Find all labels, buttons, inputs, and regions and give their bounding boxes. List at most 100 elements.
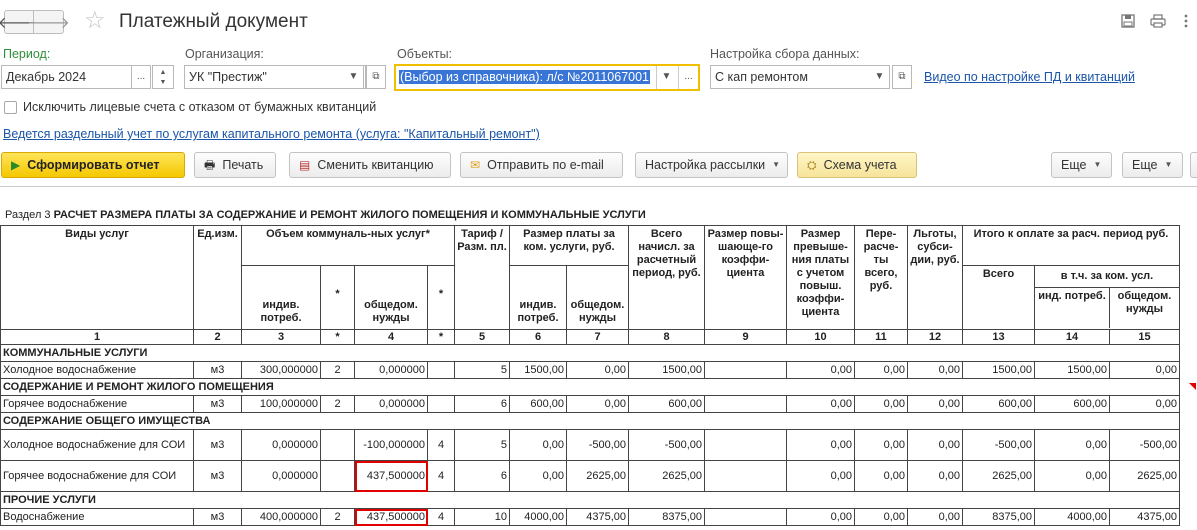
cell-coef[interactable]: [704, 508, 787, 526]
cell-due-common[interactable]: 4375,00: [1109, 508, 1180, 526]
send-email-button[interactable]: ✉ Отправить по e-mail: [460, 152, 623, 178]
cell-recalc[interactable]: 0,00: [854, 429, 908, 461]
data-setup-open-button[interactable]: ⧉: [892, 65, 912, 89]
cell-due-all[interactable]: 8375,00: [962, 508, 1035, 526]
cell-unit[interactable]: м3: [193, 395, 242, 413]
exclude-accounts-checkbox[interactable]: [4, 101, 17, 114]
chevron-up-icon[interactable]: ▲: [160, 69, 167, 76]
cell-vol-common[interactable]: 437,500000: [354, 460, 428, 492]
cell-unit[interactable]: м3: [193, 429, 242, 461]
cell-due-ind[interactable]: 0,00: [1034, 460, 1110, 492]
cell-vol-ind[interactable]: 400,000000: [241, 508, 321, 526]
print-icon[interactable]: [1150, 14, 1166, 30]
accounting-scheme-button[interactable]: ⛭ Схема учета: [797, 152, 917, 178]
cell-service[interactable]: Горячее водоснабжение для СОИ: [0, 460, 194, 492]
cell-due-common[interactable]: 2625,00: [1109, 460, 1180, 492]
objects-dropdown-button[interactable]: ▼: [656, 66, 676, 89]
cell-vol-common[interactable]: 0,000000: [354, 361, 428, 379]
table-row[interactable]: Горячее водоснабжение м3 100,000000 2 0,0000…: [0, 395, 1180, 413]
cell-star1[interactable]: [320, 460, 355, 492]
period-stepper[interactable]: ▲ ▼: [152, 65, 174, 89]
cell-excess[interactable]: 0,00: [786, 429, 855, 461]
cell-due-all[interactable]: -500,00: [962, 429, 1035, 461]
cell-vol-ind[interactable]: 0,000000: [241, 460, 321, 492]
cell-total[interactable]: 2625,00: [628, 460, 705, 492]
forward-button[interactable]: 🡒: [27, 10, 70, 34]
toolbar-overflow-button[interactable]: [1190, 152, 1197, 178]
cell-star1[interactable]: [320, 429, 355, 461]
cell-star2[interactable]: [427, 361, 455, 379]
cell-recalc[interactable]: 0,00: [854, 395, 908, 413]
organization-field[interactable]: УК "Престиж": [184, 65, 366, 89]
video-setup-link[interactable]: Видео по настройке ПД и квитанций: [924, 70, 1135, 84]
cell-unit[interactable]: м3: [193, 508, 242, 526]
cell-recalc[interactable]: 0,00: [854, 460, 908, 492]
print-button[interactable]: 🖶 Печать: [194, 152, 276, 178]
cell-tariff[interactable]: 6: [454, 460, 510, 492]
organization-open-button[interactable]: ⧉: [366, 65, 386, 89]
cell-pay-common[interactable]: -500,00: [566, 429, 629, 461]
data-setup-field[interactable]: С кап ремонтом: [710, 65, 890, 89]
cell-total[interactable]: 1500,00: [628, 361, 705, 379]
cell-excess[interactable]: 0,00: [786, 508, 855, 526]
cell-star1[interactable]: 2: [320, 395, 355, 413]
objects-select-button[interactable]: ...: [678, 66, 698, 89]
change-receipt-button[interactable]: ▤ Сменить квитанцию: [289, 152, 451, 178]
cell-star2[interactable]: [427, 395, 455, 413]
cell-excess[interactable]: 0,00: [786, 395, 855, 413]
cell-recalc[interactable]: 0,00: [854, 361, 908, 379]
cell-unit[interactable]: м3: [193, 361, 242, 379]
cell-due-all[interactable]: 600,00: [962, 395, 1035, 413]
cell-pay-ind[interactable]: 0,00: [509, 460, 567, 492]
table-row[interactable]: Холодное водоснабжение м3 300,000000 2 0,000…: [0, 361, 1180, 379]
capital-repair-link[interactable]: Ведется раздельный учет по услугам капит…: [3, 127, 540, 141]
cell-due-ind[interactable]: 600,00: [1034, 395, 1110, 413]
report-area[interactable]: Раздел 3 РАСЧЕТ РАЗМЕРА ПЛАТЫ ЗА СОДЕРЖА…: [0, 186, 1197, 530]
cell-vol-common[interactable]: 437,500000: [354, 508, 428, 526]
cell-coef[interactable]: [704, 429, 787, 461]
data-setup-dropdown-button[interactable]: ▼: [870, 65, 890, 89]
cell-pay-common[interactable]: 2625,00: [566, 460, 629, 492]
cell-vol-ind[interactable]: 100,000000: [241, 395, 321, 413]
cell-due-all[interactable]: 1500,00: [962, 361, 1035, 379]
cell-tariff[interactable]: 5: [454, 361, 510, 379]
cell-vol-ind[interactable]: 300,000000: [241, 361, 321, 379]
cell-star2[interactable]: 4: [427, 508, 455, 526]
cell-benefits[interactable]: 0,00: [907, 429, 963, 461]
cell-tariff[interactable]: 10: [454, 508, 510, 526]
mailing-setup-button[interactable]: Настройка рассылки ▼: [635, 152, 788, 178]
save-icon[interactable]: [1120, 14, 1136, 30]
cell-pay-ind[interactable]: 4000,00: [509, 508, 567, 526]
period-field[interactable]: Декабрь 2024: [1, 65, 132, 89]
cell-pay-common[interactable]: 0,00: [566, 361, 629, 379]
table-row[interactable]: Горячее водоснабжение для СОИ м3 0,000000 4…: [0, 460, 1180, 492]
cell-benefits[interactable]: 0,00: [907, 460, 963, 492]
cell-pay-common[interactable]: 0,00: [566, 395, 629, 413]
table-row[interactable]: Холодное водоснабжение для СОИ м3 0,000000…: [0, 429, 1180, 461]
cell-due-common[interactable]: 0,00: [1109, 395, 1180, 413]
cell-excess[interactable]: 0,00: [786, 460, 855, 492]
cell-service[interactable]: Холодное водоснабжение: [0, 361, 194, 379]
cell-due-ind[interactable]: 0,00: [1034, 429, 1110, 461]
cell-pay-ind[interactable]: 600,00: [509, 395, 567, 413]
cell-star2[interactable]: 4: [427, 429, 455, 461]
cell-recalc[interactable]: 0,00: [854, 508, 908, 526]
cell-benefits[interactable]: 0,00: [907, 395, 963, 413]
chevron-down-icon[interactable]: ▼: [160, 79, 167, 86]
cell-due-all[interactable]: 2625,00: [962, 460, 1035, 492]
more-icon[interactable]: [1178, 14, 1194, 30]
objects-field[interactable]: (Выбор из справочника): л/с №2011067001: [394, 64, 700, 91]
cell-service[interactable]: Холодное водоснабжение для СОИ: [0, 429, 194, 461]
favorite-star-icon[interactable]: ☆: [84, 8, 106, 34]
cell-due-ind[interactable]: 4000,00: [1034, 508, 1110, 526]
cell-star1[interactable]: 2: [320, 361, 355, 379]
cell-due-common[interactable]: 0,00: [1109, 361, 1180, 379]
cell-benefits[interactable]: 0,00: [907, 361, 963, 379]
more-button-1[interactable]: Еще ▼: [1051, 152, 1112, 178]
period-select-button[interactable]: ...: [131, 65, 151, 89]
cell-service[interactable]: Горячее водоснабжение: [0, 395, 194, 413]
cell-pay-ind[interactable]: 1500,00: [509, 361, 567, 379]
cell-star1[interactable]: 2: [320, 508, 355, 526]
cell-star2[interactable]: 4: [427, 460, 455, 492]
cell-total[interactable]: -500,00: [628, 429, 705, 461]
